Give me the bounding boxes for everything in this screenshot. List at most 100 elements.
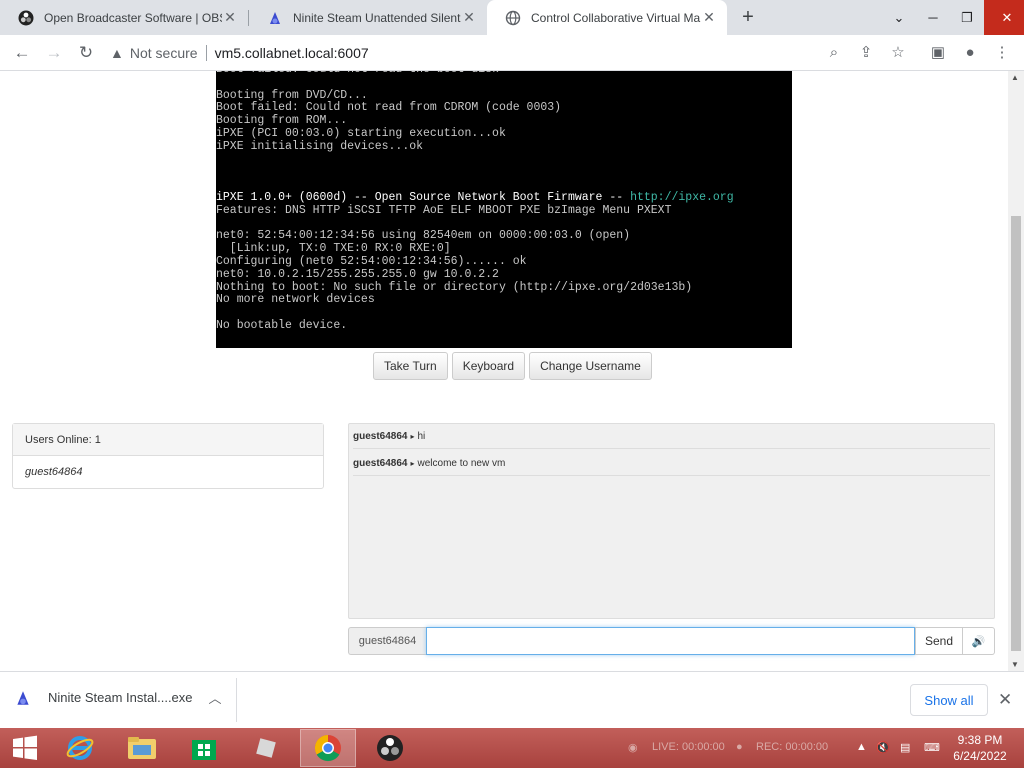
back-icon[interactable]: ← [10, 41, 34, 65]
globe-icon [505, 10, 521, 25]
url-text[interactable]: vm5.collabnet.local:6007 [215, 45, 369, 61]
console-line: Features: DNS HTTP iSCSI TFTP AoE ELF MB… [216, 203, 672, 217]
chevron-up-icon[interactable]: ︿ [209, 688, 222, 707]
change-username-button[interactable]: Change Username [529, 352, 652, 380]
browser-tab-strip: Open Broadcaster Software | OBS ✕ Ninite… [0, 0, 1024, 35]
download-divider [236, 678, 237, 722]
console-line: iPXE (PCI 00:03.0) starting execution...… [216, 126, 506, 140]
close-icon[interactable]: ✕ [461, 9, 477, 26]
omnibox-divider [205, 45, 207, 61]
window-close-icon[interactable]: ✕ [984, 0, 1024, 35]
address-bar[interactable]: ▲ Not secure vm5.collabnet.local:6007 [110, 39, 856, 67]
forward-icon[interactable]: → [42, 41, 66, 65]
chat-username[interactable]: guest64864 [353, 458, 407, 469]
tab-search-icon[interactable]: ⌄ [882, 0, 916, 35]
chat-text: hi [417, 431, 426, 442]
download-bar: Ninite Steam Instal....exe ︿ Show all ✕ [0, 671, 1024, 728]
console-link: http://ipxe.org [630, 190, 734, 204]
share-icon[interactable]: ⇪ [854, 41, 878, 65]
store-icon [192, 740, 216, 760]
chat-username[interactable]: guest64864 [353, 431, 407, 442]
windows-logo-icon [13, 735, 37, 760]
page-scrollbar[interactable]: ▲ ▼ [1008, 71, 1024, 671]
taskbar-store[interactable] [176, 729, 232, 767]
chrome-icon [314, 734, 341, 762]
close-icon[interactable]: ✕ [998, 690, 1012, 710]
vm-action-buttons: Take Turn Keyboard Change Username [373, 352, 652, 380]
vm-display[interactable]: Boot failed: could not read the boot dis… [216, 71, 792, 348]
send-button[interactable]: Send [915, 627, 963, 655]
page-content: Boot failed: could not read the boot dis… [0, 71, 1008, 671]
tab-title: Open Broadcaster Software | OBS [44, 10, 222, 25]
windows-taskbar: ◉ LIVE: 00:00:00 ● REC: 00:00:00 ▲ 🔇 ▤ ⌨… [0, 728, 1024, 768]
window-controls: ⌄ ─ ❐ ✕ [882, 0, 1024, 35]
chat-username-label: guest64864 [348, 627, 426, 655]
obs-rec-status: REC: 00:00:00 [756, 741, 829, 753]
tab-collabvm[interactable]: Control Collaborative Virtual Ma ✕ [487, 0, 727, 35]
scroll-up-icon[interactable]: ▲ [1011, 73, 1019, 82]
close-icon[interactable]: ✕ [222, 9, 238, 26]
show-hidden-icons-icon[interactable]: ▲ [856, 741, 867, 753]
taskbar-chrome[interactable] [300, 729, 356, 767]
chat-message-input[interactable] [426, 627, 915, 655]
console-line: iPXE initialising devices...ok [216, 139, 424, 153]
system-clock[interactable]: 9:38 PM 6/24/2022 [950, 732, 1010, 764]
close-icon[interactable]: ✕ [701, 9, 717, 26]
warning-icon[interactable]: ▲ [110, 45, 124, 61]
obs-rec-icon: ● [736, 741, 743, 753]
chat-message: guest64864 ▸ hi [353, 428, 990, 449]
chat-input-row: guest64864 Send 🔊 [348, 627, 995, 655]
console-line: No bootable device. [216, 318, 348, 332]
start-button[interactable] [0, 729, 50, 767]
chat-message: guest64864 ▸ welcome to new vm [353, 455, 990, 476]
tab-title: Control Collaborative Virtual Ma [531, 10, 701, 25]
speaker-icon[interactable]: 🔊 [963, 627, 995, 655]
taskbar-app[interactable] [238, 729, 294, 767]
network-icon[interactable]: ▤ [900, 741, 910, 754]
new-tab-button[interactable]: + [736, 4, 760, 30]
show-all-button[interactable]: Show all [910, 684, 988, 716]
users-online-panel: Users Online: 1 guest64864 [12, 423, 324, 489]
reload-icon[interactable]: ↻ [74, 41, 98, 65]
ninite-file-icon [17, 690, 29, 705]
take-turn-button[interactable]: Take Turn [373, 352, 448, 380]
keyboard-button[interactable]: Keyboard [451, 352, 526, 380]
console-line: Configuring (net0 52:54:00:12:34:56)....… [216, 254, 527, 268]
tab-title: Ninite Steam Unattended Silent I [293, 10, 461, 25]
user-list-item[interactable]: guest64864 [13, 456, 323, 488]
scrollbar-thumb[interactable] [1011, 216, 1021, 651]
volume-muted-icon[interactable]: 🔇 [876, 741, 890, 754]
obs-icon [18, 10, 34, 25]
chat-log: guest64864 ▸ hi guest64864 ▸ welcome to new … [348, 423, 995, 619]
scroll-down-icon[interactable]: ▼ [1011, 660, 1019, 669]
security-label[interactable]: Not secure [130, 45, 198, 61]
zoom-icon[interactable]: ⌕ [822, 41, 846, 65]
side-panel-icon[interactable]: ▣ [926, 41, 950, 65]
obs-live-icon: ◉ [628, 742, 638, 754]
app-cube-icon [256, 738, 276, 758]
clock-time: 9:38 PM [957, 733, 1003, 747]
tab-obs[interactable]: Open Broadcaster Software | OBS ✕ [0, 0, 248, 35]
taskbar-obs[interactable] [362, 729, 418, 767]
tab-ninite[interactable]: Ninite Steam Unattended Silent I ✕ [249, 0, 487, 35]
restore-icon[interactable]: ❐ [950, 0, 984, 35]
keyboard-layout-icon[interactable]: ⌨ [924, 741, 940, 754]
obs-icon [377, 735, 403, 761]
profile-icon[interactable]: ● [958, 41, 982, 65]
users-online-header: Users Online: 1 [13, 424, 323, 456]
bookmark-star-icon[interactable]: ☆ [886, 41, 910, 65]
folder-icon [128, 737, 156, 759]
download-filename[interactable]: Ninite Steam Instal....exe [48, 690, 193, 705]
menu-icon[interactable]: ⋮ [990, 41, 1014, 65]
download-item[interactable]: Ninite Steam Instal....exe ︿ [14, 688, 222, 707]
console-line: net0: 10.0.2.15/255.255.255.0 gw 10.0.2.… [216, 267, 499, 281]
taskbar-explorer[interactable] [114, 729, 170, 767]
ninite-icon [270, 11, 280, 24]
chevron-right-icon: ▸ [410, 432, 415, 441]
taskbar-ie[interactable] [52, 729, 108, 767]
minimize-icon[interactable]: ─ [916, 0, 950, 35]
console-line: iPXE 1.0.0+ (0600d) -- Open Source Netwo… [216, 190, 792, 205]
